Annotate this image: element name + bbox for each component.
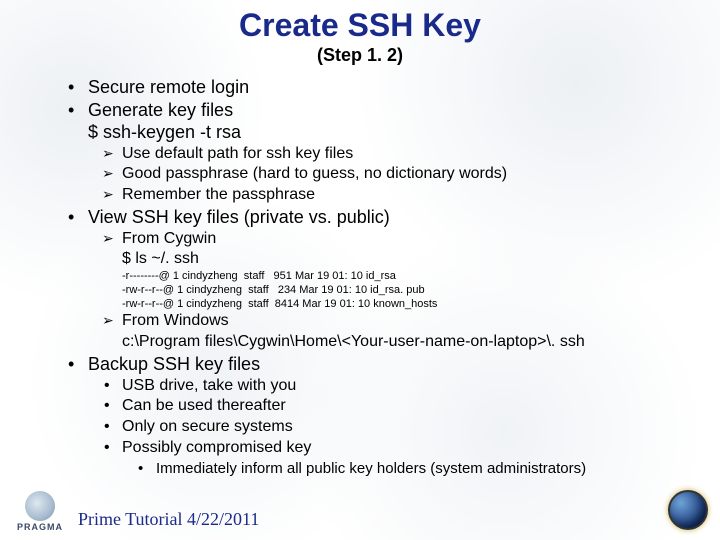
slide-body: Create SSH Key (Step 1. 2) Secure remote… — [0, 0, 720, 478]
sub-default-path: Use default path for ssh key files — [122, 144, 696, 165]
bullet-view-keys: View SSH key files (private vs. public) … — [88, 206, 696, 353]
compromised-sublist: Immediately inform all public key holder… — [122, 459, 696, 479]
slide-subtitle: (Step 1. 2) — [24, 45, 696, 66]
sub-inform-holders: Immediately inform all public key holder… — [156, 459, 696, 479]
sub-thereafter: Can be used thereafter — [122, 396, 696, 417]
pragma-logo: PRAGMA — [10, 486, 70, 532]
cmd-ls-ssh: $ ls ~/. ssh — [122, 249, 696, 270]
slide-title: Create SSH Key — [24, 8, 696, 43]
sub-usb-drive: USB drive, take with you — [122, 376, 696, 397]
bullet-generate-keys: Generate key files — [88, 99, 696, 122]
backup-sublist: USB drive, take with you Can be used the… — [88, 376, 696, 479]
sub-from-windows: From Windows c:\Program files\Cygwin\Hom… — [122, 311, 696, 353]
ls-line-idrsa: -r--------@ 1 cindyzheng staff 951 Mar 1… — [122, 270, 696, 284]
generate-sublist: Use default path for ssh key files Good … — [88, 144, 696, 206]
bullet-secure-login: Secure remote login — [88, 76, 696, 99]
cmd-ssh-keygen: $ ssh-keygen -t rsa Use default path for… — [88, 121, 696, 206]
pragma-label: PRAGMA — [17, 522, 63, 532]
sub-remember-passphrase: Remember the passphrase — [122, 185, 696, 206]
pragma-globe-icon — [25, 491, 55, 521]
globe-icon — [668, 490, 708, 530]
sub-compromised: Possibly compromised key Immediately inf… — [122, 438, 696, 478]
globe-logo — [668, 490, 710, 532]
sub-from-cygwin: From Cygwin $ ls ~/. ssh -r--------@ 1 c… — [122, 229, 696, 312]
ls-line-known-hosts: -rw-r--r--@ 1 cindyzheng staff 8414 Mar … — [122, 298, 696, 312]
footer-text: Prime Tutorial 4/22/2011 — [78, 509, 259, 530]
sub-secure-systems: Only on secure systems — [122, 417, 696, 438]
ls-output: -r--------@ 1 cindyzheng staff 951 Mar 1… — [122, 270, 696, 311]
bullet-backup-keys: Backup SSH key files USB drive, take wit… — [88, 353, 696, 478]
bullet-list: Secure remote login Generate key files $… — [24, 76, 696, 478]
sub-good-passphrase: Good passphrase (hard to guess, no dicti… — [122, 164, 696, 185]
windows-path: c:\Program files\Cygwin\Home\<Your-user-… — [122, 332, 696, 353]
ls-line-idrsa-pub: -rw-r--r--@ 1 cindyzheng staff 234 Mar 1… — [122, 284, 696, 298]
view-sublist: From Cygwin $ ls ~/. ssh -r--------@ 1 c… — [88, 229, 696, 353]
